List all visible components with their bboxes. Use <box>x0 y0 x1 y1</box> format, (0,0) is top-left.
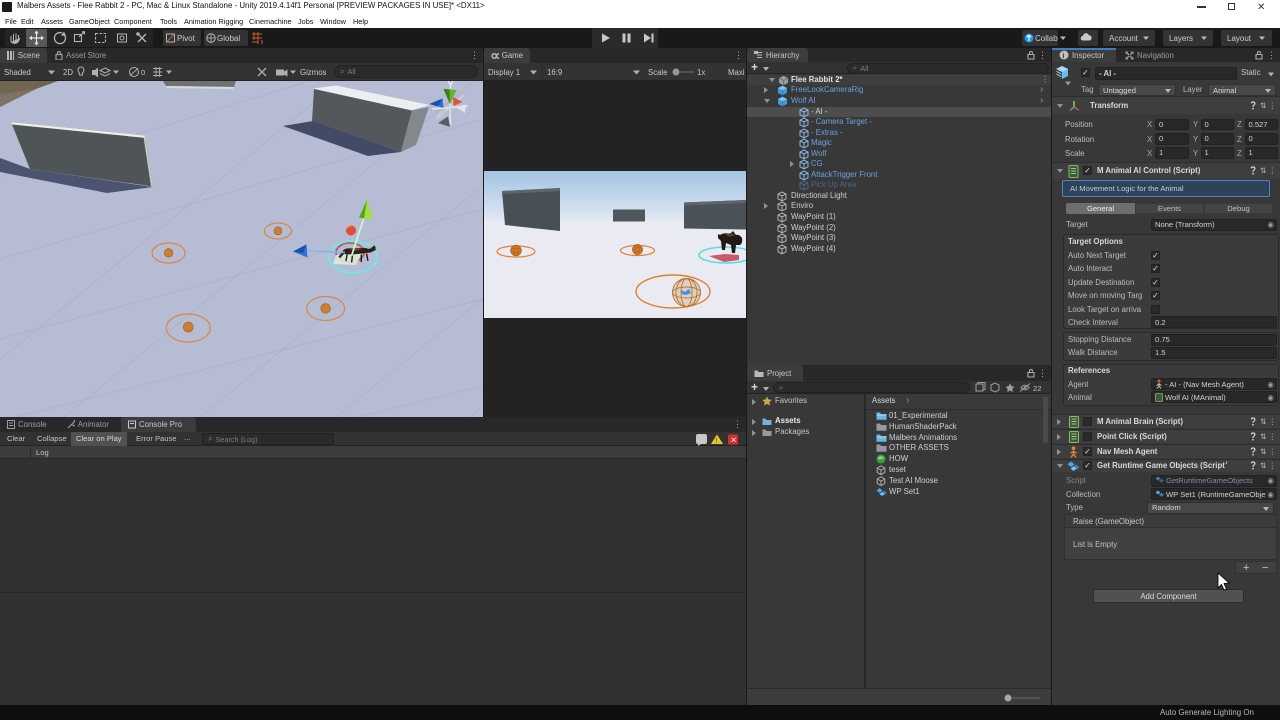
svg-text:Pivot: Pivot <box>177 34 196 43</box>
svg-text:i: i <box>1062 51 1064 60</box>
svg-text:0: 0 <box>141 68 145 77</box>
svg-text:Account: Account <box>1109 34 1139 43</box>
svg-text:Gizmos: Gizmos <box>300 68 327 77</box>
svg-text:Shaded: Shaded <box>4 68 31 77</box>
svg-text:Layers: Layers <box>1169 34 1193 43</box>
svg-text:Maxi: Maxi <box>728 68 745 77</box>
svg-text:Collab: Collab <box>1035 34 1058 43</box>
svg-text:✕: ✕ <box>731 436 737 445</box>
svg-text:2D: 2D <box>63 68 73 77</box>
svg-text:!: ! <box>716 438 718 445</box>
svg-text:Global: Global <box>217 34 240 43</box>
svg-text:1x: 1x <box>697 68 705 77</box>
svg-text:16:9: 16:9 <box>547 68 562 77</box>
svg-text:22: 22 <box>1033 384 1041 393</box>
svg-text:Display 1: Display 1 <box>488 68 520 77</box>
svg-text:Scale: Scale <box>648 68 668 77</box>
svg-text:Layout: Layout <box>1227 34 1252 43</box>
